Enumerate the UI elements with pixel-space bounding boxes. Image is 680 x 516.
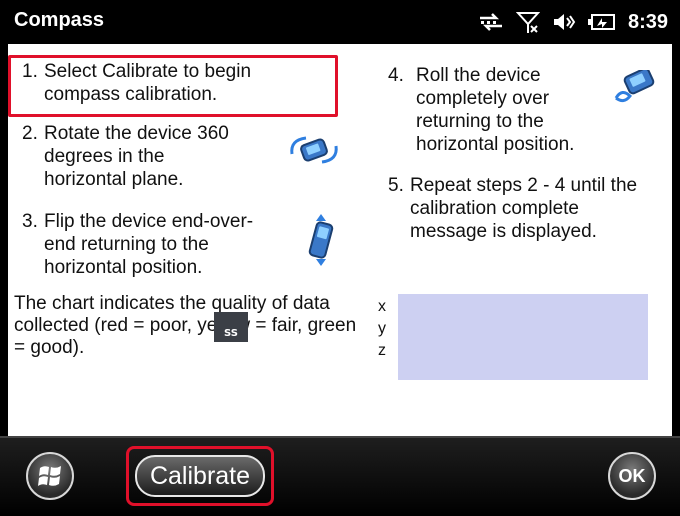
main-content: 1. Select Calibrate to begin compass cal… [8, 44, 672, 436]
windows-start-button[interactable] [26, 452, 74, 500]
step-4: 4. Roll the device completely over retur… [388, 64, 598, 156]
step-text: Rotate the device 360 degrees in the hor… [44, 123, 229, 190]
step-1: 1. Select Calibrate to begin compass cal… [22, 60, 322, 106]
axis-label-z: z [378, 342, 386, 359]
no-signal-icon [515, 12, 540, 33]
clock: 8:39 [627, 10, 668, 33]
step-5: 5. Repeat steps 2 - 4 until the calibrat… [388, 174, 658, 243]
flip-device-icon [308, 214, 334, 266]
battery-icon [587, 14, 615, 30]
axis-label-y: y [378, 320, 386, 337]
roll-device-icon [614, 70, 655, 103]
floating-overlay-icon[interactable]: SS [214, 312, 248, 342]
step-text: Flip the device end-over-end returning t… [44, 211, 254, 278]
step-text: Select Calibrate to begin compass calibr… [44, 61, 252, 105]
soft-key-bar: Calibrate OK [0, 436, 680, 516]
app-title: Compass [14, 9, 105, 31]
axis-label-x: x [378, 298, 386, 315]
rotate-device-icon [290, 136, 338, 164]
step-text: Repeat steps 2 - 4 until the calibration… [410, 175, 638, 242]
step-3: 3. Flip the device end-over-end returnin… [22, 210, 302, 279]
windows-start-icon [38, 466, 61, 486]
calibrate-button-highlight: Calibrate [126, 446, 274, 506]
divider [0, 436, 680, 438]
sync-icon [479, 13, 502, 31]
step-2: 2. Rotate the device 360 degrees in the … [22, 122, 262, 191]
volume-icon [553, 14, 576, 30]
step-number: 5. [388, 175, 404, 196]
step-number: 1. [22, 61, 38, 82]
status-bar: 8:39 [478, 8, 668, 36]
chart-note: The chart indicates the quality of data … [14, 293, 357, 358]
step-text: Roll the device completely over returnin… [416, 65, 575, 155]
quality-chart [398, 294, 648, 380]
title-bar: Compass 8:39 [0, 0, 680, 44]
step-number: 4. [388, 65, 404, 86]
calibrate-button[interactable]: Calibrate [135, 455, 265, 497]
step-number: 2. [22, 123, 38, 144]
step-number: 3. [22, 211, 38, 232]
ok-button[interactable]: OK [608, 452, 656, 500]
